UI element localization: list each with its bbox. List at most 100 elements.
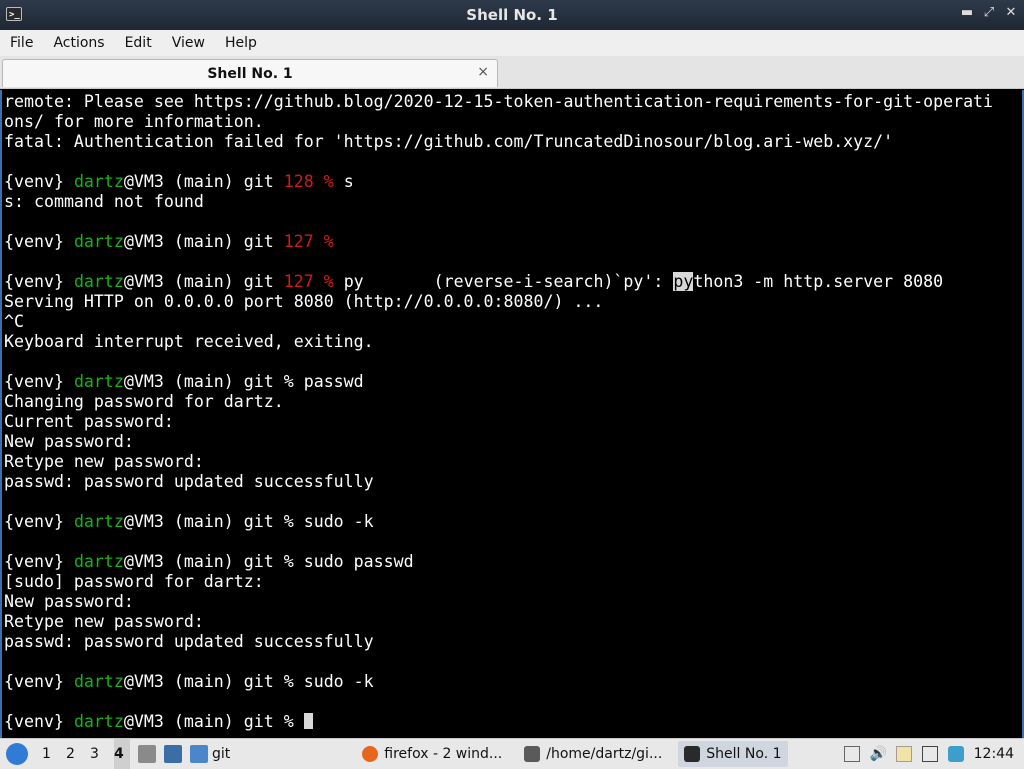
terminal-line: passwd: password updated successfully [4,472,1020,492]
terminal-line: Changing password for dartz. [4,392,1020,412]
terminal-text: Retype new password: [4,612,204,631]
network-icon[interactable] [921,746,938,762]
tab-shell-1[interactable]: Shell No. 1 × [2,59,498,87]
window-title: Shell No. 1 [466,6,558,24]
terminal-text: s [333,172,354,191]
workspace-1[interactable]: 1 [42,739,58,769]
task-label: /home/dartz/gi... [546,746,663,762]
terminal-text: dartz [73,172,124,191]
clipboard-icon[interactable] [895,746,912,762]
clock[interactable]: 12:44 [974,746,1014,762]
terminal-line: {venv} dartz@VM3 (main) git % passwd [4,372,1020,392]
terminal-text: dartz [73,272,124,291]
workspace-2[interactable]: 2 [66,739,82,769]
terminal-app-icon[interactable]: >_ [6,7,22,21]
terminal-line: Current password: [4,412,1020,432]
terminal-text: @VM3 (main) git [123,272,284,291]
terminal-text: dartz [73,552,124,571]
menu-file[interactable]: File [0,35,43,51]
terminal-text: dartz [73,372,124,391]
restore-button[interactable]: ⤢ [982,5,996,20]
terminal-text: 127 % [283,232,334,251]
terminal-line: [sudo] password for dartz: [4,572,1020,592]
terminal-text: thon3 -m http.server 8080 [693,272,944,291]
workspace-3[interactable]: 3 [90,739,106,769]
minimize-button[interactable]: ▬ [960,5,974,20]
terminal-text: ^C [4,312,24,331]
scroll-icon[interactable] [843,746,860,762]
terminal-text: @VM3 (main) git [123,232,284,251]
terminal-line: {venv} dartz@VM3 (main) git % sudo -k [4,512,1020,532]
terminal-text: 128 % [283,172,334,191]
firefox-icon [362,746,379,762]
task-text-editor[interactable]: /home/dartz/gi... [518,739,668,769]
folder-git-launcher[interactable]: git [190,739,230,769]
terminal-line: New password: [4,592,1020,612]
terminal-text: ons/ for more information. [4,112,264,131]
terminal-text: py (reverse-i-search)`py': [333,272,674,291]
terminal-text: @VM3 (main) git % sudo passwd [123,552,414,571]
desktop-icon[interactable] [164,745,182,763]
terminal-line: {venv} dartz@VM3 (main) git 128 % s [4,172,1020,192]
terminal-text: passwd: password updated successfully [4,472,374,491]
terminal-text: fatal: Authentication failed for 'https:… [4,132,894,151]
terminal-text: remote: Please see https://github.blog/2… [4,92,994,111]
title-bar: >_ Shell No. 1 ▬ ⤢ ✕ [0,0,1024,30]
terminal-text: {venv} [4,172,74,191]
menu-view[interactable]: View [162,35,215,51]
terminal-text: Retype new password: [4,452,204,471]
terminal-text: Keyboard interrupt received, exiting. [4,332,374,351]
terminal-line: ons/ for more information. [4,112,1020,132]
terminal-text: passwd: password updated successfully [4,632,374,651]
volume-icon[interactable]: 🔊 [870,746,887,762]
file-manager-icon[interactable] [138,745,156,763]
taskbar: 1 2 3 4 git firefox - 2 wind... /home/da… [0,738,1024,769]
terminal-text: @VM3 (main) git % [123,712,304,731]
terminal-line: {venv} dartz@VM3 (main) git 127 % [4,232,1020,252]
terminal-text: {venv} [4,552,74,571]
close-button[interactable]: ✕ [1004,5,1018,20]
terminal-text: s: command not found [4,192,204,211]
window-controls: ▬ ⤢ ✕ [960,5,1018,20]
system-tray: 🔊 12:44 [843,746,1024,762]
terminal-line: Serving HTTP on 0.0.0.0 port 8080 (http:… [4,292,1020,312]
terminal-line: s: command not found [4,192,1020,212]
menu-help[interactable]: Help [215,35,267,51]
terminal-text: Changing password for dartz. [4,392,284,411]
terminal-text: dartz [73,232,124,251]
terminal-line: Retype new password: [4,612,1020,632]
tab-close-icon[interactable]: × [477,64,489,80]
terminal-area[interactable]: remote: Please see https://github.blog/2… [0,90,1024,738]
menu-edit[interactable]: Edit [115,35,162,51]
terminal-line: fatal: Authentication failed for 'https:… [4,132,1020,152]
terminal-text: {venv} [4,232,74,251]
terminal-text: {venv} [4,372,74,391]
update-icon[interactable] [947,746,964,762]
workspace-4[interactable]: 4 [114,739,130,769]
terminal-icon [684,746,701,762]
text-cursor [303,713,313,729]
task-firefox[interactable]: firefox - 2 wind... [356,739,508,769]
terminal-line: New password: [4,432,1020,452]
menu-actions[interactable]: Actions [43,35,114,51]
terminal-text: {venv} [4,672,74,691]
terminal-text: New password: [4,592,134,611]
terminal-text: {venv} [4,512,74,531]
terminal-text: @VM3 (main) git % sudo -k [123,512,374,531]
task-shell[interactable]: Shell No. 1 [678,741,788,767]
text-editor-icon [524,746,541,762]
tab-label: Shell No. 1 [207,65,293,82]
task-label: firefox - 2 wind... [384,746,503,762]
terminal-text: @VM3 (main) git % passwd [123,372,364,391]
terminal-text: dartz [73,712,124,731]
terminal-output: remote: Please see https://github.blog/2… [4,92,1020,732]
start-menu-icon[interactable] [6,743,28,765]
terminal-line: passwd: password updated successfully [4,632,1020,652]
